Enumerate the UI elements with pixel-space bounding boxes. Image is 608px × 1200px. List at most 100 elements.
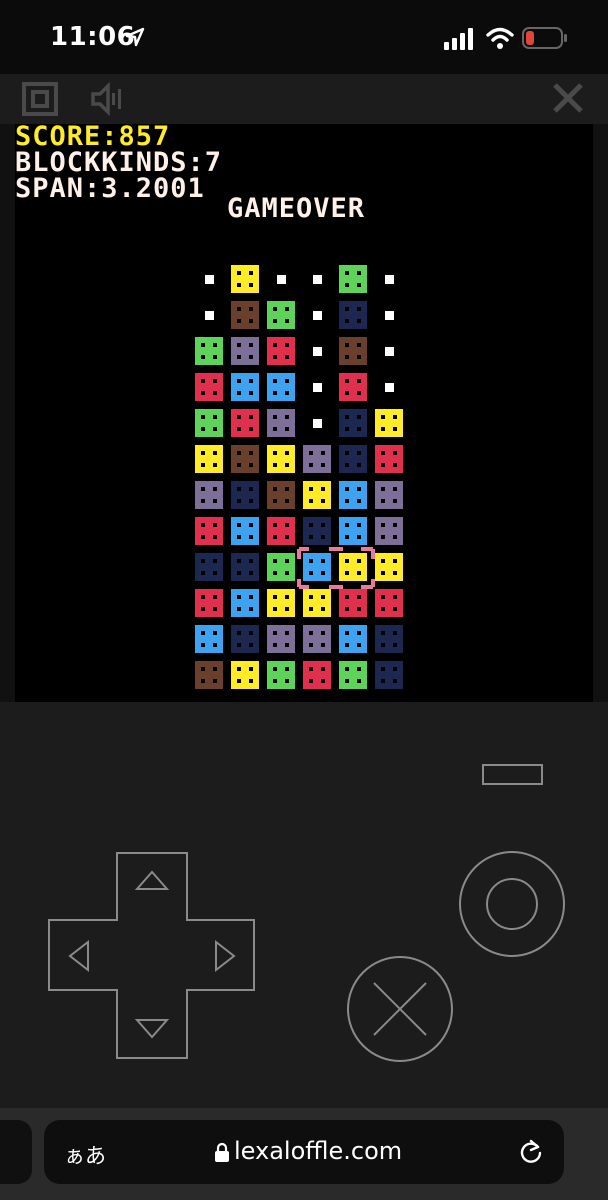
block-kinds-label: BLOCKKINDS:7 <box>15 147 223 178</box>
block <box>267 301 295 329</box>
empty-cell[interactable] <box>267 265 303 301</box>
board-cell[interactable] <box>339 409 375 445</box>
board-cell[interactable] <box>339 373 375 409</box>
empty-cell[interactable] <box>303 409 339 445</box>
board-cell[interactable] <box>231 625 267 661</box>
board-cell[interactable] <box>267 373 303 409</box>
board-cell[interactable] <box>267 589 303 625</box>
block <box>303 481 331 509</box>
block <box>375 661 403 689</box>
board-cell[interactable] <box>267 661 303 697</box>
board-cell[interactable] <box>375 517 411 553</box>
board-cell[interactable] <box>339 625 375 661</box>
board-cell[interactable] <box>303 589 339 625</box>
empty-cell[interactable] <box>303 301 339 337</box>
empty-pip <box>205 275 214 284</box>
game-screen[interactable]: SCORE:857 BLOCKKINDS:7 SPAN:3.2001 GAMEO… <box>15 124 593 702</box>
board-cell[interactable] <box>303 481 339 517</box>
block <box>195 481 223 509</box>
empty-cell[interactable] <box>195 265 231 301</box>
board-cell[interactable] <box>231 337 267 373</box>
board-cell[interactable] <box>267 301 303 337</box>
board-cell[interactable] <box>267 445 303 481</box>
close-icon[interactable] <box>552 82 584 114</box>
board-cell[interactable] <box>339 445 375 481</box>
board-cell[interactable] <box>339 589 375 625</box>
block <box>375 409 403 437</box>
empty-cell[interactable] <box>375 337 411 373</box>
board-cell[interactable] <box>195 373 231 409</box>
block <box>339 589 367 617</box>
reload-icon[interactable] <box>517 1138 545 1166</box>
block <box>267 517 295 545</box>
block <box>267 661 295 689</box>
board-cell[interactable] <box>231 445 267 481</box>
board-cell[interactable] <box>339 481 375 517</box>
x-button[interactable] <box>347 956 453 1062</box>
previous-tab[interactable] <box>0 1120 32 1184</box>
block <box>375 445 403 473</box>
address-bar[interactable]: ぁあ lexaloffle.com <box>44 1120 564 1184</box>
dpad-right-button[interactable] <box>215 939 236 973</box>
board-cell[interactable] <box>303 445 339 481</box>
board-cell[interactable] <box>375 553 411 589</box>
swap-cursor[interactable] <box>297 547 377 591</box>
board-cell[interactable] <box>231 661 267 697</box>
block <box>303 661 331 689</box>
board-cell[interactable] <box>339 337 375 373</box>
board-cell[interactable] <box>339 661 375 697</box>
board-cell[interactable] <box>231 373 267 409</box>
board-cell[interactable] <box>339 301 375 337</box>
dpad-up-button[interactable] <box>134 870 170 890</box>
dpad-left-button[interactable] <box>68 939 89 973</box>
board-cell[interactable] <box>339 265 375 301</box>
board-cell[interactable] <box>195 625 231 661</box>
board-cell[interactable] <box>303 625 339 661</box>
board-cell[interactable] <box>267 337 303 373</box>
empty-cell[interactable] <box>303 337 339 373</box>
board-cell[interactable] <box>267 481 303 517</box>
empty-cell[interactable] <box>303 265 339 301</box>
board-cell[interactable] <box>231 589 267 625</box>
board-cell[interactable] <box>375 481 411 517</box>
board-cell[interactable] <box>195 409 231 445</box>
empty-cell[interactable] <box>375 301 411 337</box>
board-cell[interactable] <box>375 625 411 661</box>
o-button[interactable] <box>459 851 565 957</box>
board-cell[interactable] <box>375 445 411 481</box>
sound-icon[interactable] <box>90 82 124 116</box>
board-cell[interactable] <box>195 589 231 625</box>
board-cell[interactable] <box>195 661 231 697</box>
board-cell[interactable] <box>195 445 231 481</box>
board-cell[interactable] <box>231 409 267 445</box>
wifi-icon <box>486 27 514 49</box>
board-cell[interactable] <box>231 265 267 301</box>
board-cell[interactable] <box>195 337 231 373</box>
empty-cell[interactable] <box>375 265 411 301</box>
dpad-down-button[interactable] <box>134 1019 170 1039</box>
board-cell[interactable] <box>375 589 411 625</box>
block <box>375 481 403 509</box>
board-cell[interactable] <box>195 481 231 517</box>
game-board[interactable] <box>195 265 411 697</box>
empty-cell[interactable] <box>303 373 339 409</box>
board-cell[interactable] <box>231 517 267 553</box>
empty-cell[interactable] <box>375 373 411 409</box>
empty-cell[interactable] <box>195 301 231 337</box>
board-cell[interactable] <box>231 481 267 517</box>
board-cell[interactable] <box>303 661 339 697</box>
fullscreen-icon[interactable] <box>22 82 58 116</box>
board-cell[interactable] <box>195 517 231 553</box>
menu-button[interactable] <box>482 764 543 785</box>
text-size-button[interactable]: ぁあ <box>64 1140 106 1170</box>
block <box>267 625 295 653</box>
board-cell[interactable] <box>267 625 303 661</box>
board-cell[interactable] <box>375 661 411 697</box>
status-time: 11:06 <box>50 22 136 52</box>
board-cell[interactable] <box>231 553 267 589</box>
board-cell[interactable] <box>375 409 411 445</box>
empty-pip <box>385 383 394 392</box>
board-cell[interactable] <box>231 301 267 337</box>
board-cell[interactable] <box>195 553 231 589</box>
board-cell[interactable] <box>267 409 303 445</box>
